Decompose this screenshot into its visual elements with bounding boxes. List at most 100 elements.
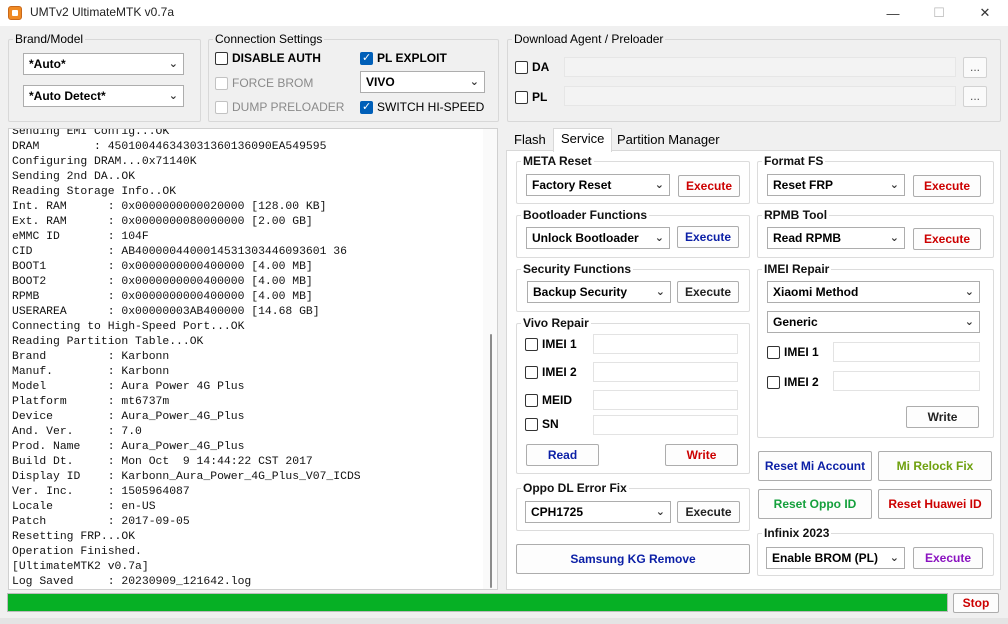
chevron-down-icon: ⌄ [889, 552, 899, 564]
vivo-imei2-label: IMEI 2 [542, 365, 577, 379]
meta-reset-value: Factory Reset [532, 178, 612, 192]
oppo-dl-value: CPH1725 [531, 505, 584, 519]
meta-reset-select[interactable]: Factory Reset ⌄ [526, 174, 670, 196]
meta-reset-execute-button[interactable]: Execute [678, 175, 740, 197]
pl-checkbox[interactable]: PL [515, 90, 547, 104]
vivo-imei2-checkbox[interactable]: IMEI 2 [525, 365, 577, 379]
tab-partition-manager[interactable]: Partition Manager [610, 130, 727, 151]
vivo-meid-label: MEID [542, 393, 572, 407]
oppo-dl-execute-button[interactable]: Execute [677, 501, 740, 523]
rpmb-select[interactable]: Read RPMB ⌄ [767, 227, 905, 249]
checkbox-box [525, 365, 538, 379]
tab-service[interactable]: Service [553, 128, 613, 152]
switch-hispeed-checkbox[interactable]: SWITCH HI-SPEED [360, 100, 484, 114]
vivo-meid-field[interactable] [593, 390, 738, 410]
chevron-down-icon: ⌄ [964, 316, 974, 328]
format-fs-execute-button[interactable]: Execute [913, 175, 981, 197]
download-agent-group: Download Agent / Preloader [507, 32, 1001, 122]
model-select[interactable]: *Auto Detect* ⌄ [23, 85, 184, 107]
vivo-sn-field[interactable] [593, 415, 738, 435]
log-line: Build Dt. : Mon Oct 9 14:44:22 CST 2017 [12, 456, 313, 468]
log-lines: Sending EMI Config...OK DRAM : 4501004463… [12, 128, 361, 589]
bootloader-execute-button[interactable]: Execute [677, 226, 739, 248]
imei-repair-legend: IMEI Repair [764, 262, 830, 276]
imei-repair-imei2-label: IMEI 2 [784, 375, 819, 389]
log-output[interactable]: Sending EMI Config...OK DRAM : 4501004463… [8, 128, 498, 590]
force-brom-checkbox[interactable]: FORCE BROM [215, 76, 313, 90]
pl-exploit-label: PL EXPLOIT [377, 51, 447, 65]
bootloader-legend: Bootloader Functions [523, 208, 647, 222]
rpmb-execute-button[interactable]: Execute [913, 228, 981, 250]
progress-bar-fill [8, 594, 947, 611]
log-line: Sending EMI Config...OK [12, 128, 170, 138]
mi-relock-fix-button[interactable]: Mi Relock Fix [878, 451, 992, 481]
da-browse-button[interactable]: ... [963, 57, 987, 78]
imei-repair-imei2-checkbox[interactable]: IMEI 2 [767, 375, 819, 389]
log-line: Locale : en-US [12, 501, 156, 513]
log-scrollbar-thumb[interactable] [490, 334, 492, 588]
brand-select[interactable]: *Auto* ⌄ [23, 53, 184, 75]
samsung-kg-remove-button[interactable]: Samsung KG Remove [516, 544, 750, 574]
log-line: Ver. Inc. : 1505964087 [12, 486, 190, 498]
imei-method-select[interactable]: Xiaomi Method ⌄ [767, 281, 980, 303]
imei-method-value: Xiaomi Method [773, 285, 859, 299]
log-line: Connecting to High-Speed Port...OK [12, 321, 245, 333]
window-title: UMTv2 UltimateMTK v0.7a [30, 5, 175, 19]
stop-button[interactable]: Stop [953, 593, 999, 613]
vivo-repair-legend: Vivo Repair [523, 316, 589, 330]
chevron-down-icon: ⌄ [469, 76, 479, 88]
vivo-write-button[interactable]: Write [665, 444, 738, 466]
imei-repair-write-button[interactable]: Write [906, 406, 979, 428]
bootloader-select[interactable]: Unlock Bootloader ⌄ [526, 227, 670, 249]
chevron-down-icon: ⌄ [654, 232, 664, 244]
log-scrollbar[interactable] [483, 129, 497, 589]
imei-repair-imei2-field[interactable] [833, 371, 980, 391]
infinix-execute-button[interactable]: Execute [913, 547, 983, 569]
oppo-dl-select[interactable]: CPH1725 ⌄ [525, 501, 671, 523]
vivo-imei2-field[interactable] [593, 362, 738, 382]
vivo-sn-checkbox[interactable]: SN [525, 417, 559, 431]
reset-huawei-id-button[interactable]: Reset Huawei ID [878, 489, 992, 519]
dump-preloader-label: DUMP PRELOADER [232, 100, 345, 114]
imei-repair-imei1-checkbox[interactable]: IMEI 1 [767, 345, 819, 359]
dump-preloader-checkbox[interactable]: DUMP PRELOADER [215, 100, 344, 114]
checkbox-box [515, 90, 528, 104]
format-fs-select[interactable]: Reset FRP ⌄ [767, 174, 905, 196]
vivo-meid-checkbox[interactable]: MEID [525, 393, 572, 407]
reset-oppo-id-button[interactable]: Reset Oppo ID [758, 489, 872, 519]
chevron-down-icon: ⌄ [655, 286, 665, 298]
vivo-read-button[interactable]: Read [526, 444, 599, 466]
pl-exploit-checkbox[interactable]: PL EXPLOIT [360, 51, 447, 65]
da-checkbox[interactable]: DA [515, 60, 549, 74]
imei-mode-select[interactable]: Generic ⌄ [767, 311, 980, 333]
tab-flash[interactable]: Flash [507, 130, 553, 151]
imei-repair-imei1-field[interactable] [833, 342, 980, 362]
log-line: eMMC ID : 104F [12, 231, 149, 243]
chevron-down-icon: ⌄ [654, 179, 664, 191]
da-label: DA [532, 60, 550, 74]
vivo-imei1-field[interactable] [593, 334, 738, 354]
close-button[interactable]: ✕ [962, 0, 1008, 26]
reset-mi-account-button[interactable]: Reset Mi Account [758, 451, 872, 481]
minimize-button[interactable]: — [870, 0, 916, 26]
disable-auth-checkbox[interactable]: DISABLE AUTH [215, 51, 321, 65]
pl-browse-button[interactable]: ... [963, 86, 987, 107]
security-select[interactable]: Backup Security ⌄ [527, 281, 671, 303]
log-line: Int. RAM : 0x0000000000020000 [128.00 KB… [12, 201, 327, 213]
maximize-button[interactable]: ☐ [916, 0, 962, 26]
checkbox-box [215, 51, 228, 65]
checkbox-box [767, 345, 780, 359]
infinix-select[interactable]: Enable BROM (PL) ⌄ [766, 547, 905, 569]
security-execute-button[interactable]: Execute [677, 281, 739, 303]
rpmb-value: Read RPMB [773, 231, 842, 245]
log-line: RPMB : 0x0000000000400000 [4.00 MB] [12, 291, 313, 303]
log-line: Prod. Name : Aura_Power_4G_Plus [12, 441, 245, 453]
title-bar: UMTv2 UltimateMTK v0.7a — ☐ ✕ [0, 0, 1008, 26]
chevron-down-icon: ⌄ [889, 232, 899, 244]
vivo-imei1-checkbox[interactable]: IMEI 1 [525, 337, 577, 351]
da-path-field[interactable] [564, 57, 956, 77]
exploit-vendor-select[interactable]: VIVO ⌄ [360, 71, 485, 93]
pl-path-field[interactable] [564, 86, 956, 106]
download-agent-legend: Download Agent / Preloader [514, 32, 664, 46]
checkbox-box [525, 393, 538, 407]
